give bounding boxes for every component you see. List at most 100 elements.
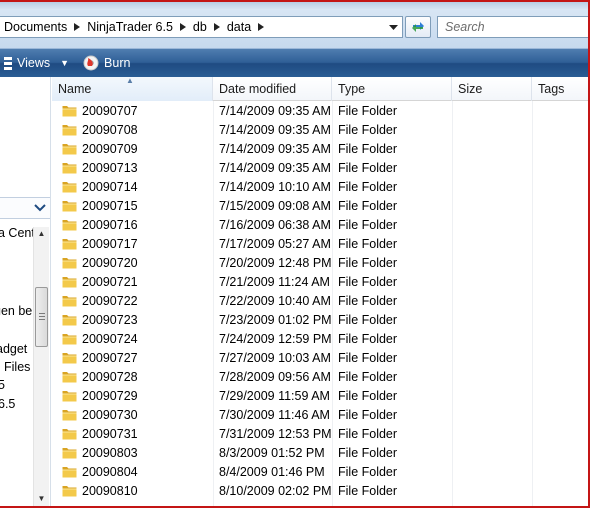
- size-cell: [452, 253, 532, 272]
- column-type-label: Type: [338, 82, 366, 96]
- file-row[interactable]: 20090728 7/28/2009 09:56 AM File Folder: [52, 367, 588, 386]
- breadcrumb-arrow-icon[interactable]: [71, 17, 83, 37]
- date-modified-cell: 8/10/2009 02:02 PM: [219, 483, 332, 498]
- file-name: 20090714: [82, 179, 138, 194]
- file-row[interactable]: 20090722 7/22/2009 10:40 AM File Folder: [52, 291, 588, 310]
- file-row[interactable]: 20090731 7/31/2009 12:53 PM File Folder: [52, 424, 588, 443]
- nav-item-partial[interactable]: 6.5: [0, 397, 15, 411]
- folder-icon: [62, 408, 77, 421]
- file-name-cell[interactable]: 20090731: [52, 424, 213, 443]
- file-row[interactable]: 20090729 7/29/2009 11:59 AM File Folder: [52, 386, 588, 405]
- file-name: 20090716: [82, 217, 138, 232]
- breadcrumb-db[interactable]: db: [189, 17, 211, 37]
- file-row[interactable]: 20090709 7/14/2009 09:35 AM File Folder: [52, 139, 588, 158]
- column-header-tags[interactable]: Tags: [532, 77, 588, 101]
- file-name-cell[interactable]: 20090715: [52, 196, 213, 215]
- scroll-down-icon[interactable]: ▼: [37, 494, 46, 503]
- file-name-cell[interactable]: 20090723: [52, 310, 213, 329]
- type-cell: File Folder: [338, 445, 398, 460]
- breadcrumb-data[interactable]: data: [223, 17, 255, 37]
- refresh-button[interactable]: [405, 16, 431, 38]
- file-name-cell[interactable]: 20090708: [52, 120, 213, 139]
- file-name-cell[interactable]: 20090714: [52, 177, 213, 196]
- nav-item-partial[interactable]: Files: [4, 360, 30, 374]
- file-row[interactable]: 20090810 8/10/2009 02:02 PM File Folder: [52, 481, 588, 500]
- size-cell: [452, 481, 532, 500]
- column-header-type[interactable]: Type: [332, 77, 452, 101]
- breadcrumb-documents[interactable]: Documents: [0, 17, 71, 37]
- breadcrumb-arrow-icon[interactable]: [177, 17, 189, 37]
- file-name: 20090708: [82, 122, 138, 137]
- file-row[interactable]: 20090730 7/30/2009 11:46 AM File Folder: [52, 405, 588, 424]
- file-name-cell[interactable]: 20090729: [52, 386, 213, 405]
- nav-item-partial[interactable]: 5: [0, 378, 5, 392]
- file-name-cell[interactable]: 20090713: [52, 158, 213, 177]
- column-name-label: Name: [58, 82, 92, 96]
- column-header-date[interactable]: Date modified: [213, 77, 332, 101]
- file-row[interactable]: 20090715 7/15/2009 09:08 AM File Folder: [52, 196, 588, 215]
- file-name-cell[interactable]: 20090810: [52, 481, 213, 500]
- file-name-cell[interactable]: 20090728: [52, 367, 213, 386]
- file-name-cell[interactable]: 20090727: [52, 348, 213, 367]
- nav-item-partial[interactable]: a Cent: [0, 226, 35, 240]
- file-name-cell[interactable]: 20090730: [52, 405, 213, 424]
- file-row[interactable]: 20090721 7/21/2009 11:24 AM File Folder: [52, 272, 588, 291]
- address-bar-area: Documents NinjaTrader 6.5 db data: [0, 2, 588, 48]
- size-cell: [452, 158, 532, 177]
- address-dropdown-icon[interactable]: [386, 19, 400, 35]
- folders-expander[interactable]: [0, 197, 50, 219]
- views-dropdown-icon[interactable]: ▼: [60, 58, 69, 68]
- file-name-cell[interactable]: 20090709: [52, 139, 213, 158]
- file-row[interactable]: 20090707 7/14/2009 09:35 AM File Folder: [52, 101, 588, 120]
- file-row[interactable]: 20090723 7/23/2009 01:02 PM File Folder: [52, 310, 588, 329]
- file-name-cell[interactable]: 20090717: [52, 234, 213, 253]
- file-name-cell[interactable]: 20090716: [52, 215, 213, 234]
- tags-cell: [532, 120, 588, 139]
- file-row[interactable]: 20090713 7/14/2009 09:35 AM File Folder: [52, 158, 588, 177]
- folder-icon: [62, 199, 77, 212]
- file-row[interactable]: 20090717 7/17/2009 05:27 AM File Folder: [52, 234, 588, 253]
- file-name-cell[interactable]: 20090721: [52, 272, 213, 291]
- nav-scrollbar[interactable]: ▲ ▼: [33, 227, 49, 506]
- file-name-cell[interactable]: 20090803: [52, 443, 213, 462]
- scrollbar-thumb[interactable]: [35, 287, 48, 347]
- scroll-up-icon[interactable]: ▲: [37, 229, 46, 238]
- size-cell: [452, 291, 532, 310]
- file-row[interactable]: 20090724 7/24/2009 12:59 PM File Folder: [52, 329, 588, 348]
- size-cell: [452, 196, 532, 215]
- folder-icon: [62, 313, 77, 326]
- nav-item-partial[interactable]: adget: [0, 342, 27, 356]
- breadcrumb-arrow-icon[interactable]: [255, 17, 267, 37]
- nav-item-partial[interactable]: gen be: [0, 304, 32, 318]
- file-name-cell[interactable]: 20090724: [52, 329, 213, 348]
- date-modified-cell: 7/29/2009 11:59 AM: [219, 388, 330, 403]
- tags-cell: [532, 158, 588, 177]
- file-name-cell[interactable]: 20090722: [52, 291, 213, 310]
- breadcrumb-arrow-icon[interactable]: [211, 17, 223, 37]
- title-strip: [0, 2, 588, 9]
- burn-button[interactable]: Burn: [79, 52, 134, 74]
- file-row[interactable]: 20090720 7/20/2009 12:48 PM File Folder: [52, 253, 588, 272]
- views-button[interactable]: Views ▼: [0, 52, 73, 74]
- file-row[interactable]: 20090714 7/14/2009 10:10 AM File Folder: [52, 177, 588, 196]
- folder-icon: [62, 218, 77, 231]
- search-box[interactable]: [437, 16, 588, 38]
- breadcrumb-ninjatrader[interactable]: NinjaTrader 6.5: [83, 17, 177, 37]
- file-row[interactable]: 20090727 7/27/2009 10:03 AM File Folder: [52, 348, 588, 367]
- file-row[interactable]: 20090716 7/16/2009 06:38 AM File Folder: [52, 215, 588, 234]
- file-name-cell[interactable]: 20090720: [52, 253, 213, 272]
- file-name-cell[interactable]: 20090804: [52, 462, 213, 481]
- column-header-size[interactable]: Size: [452, 77, 532, 101]
- file-name-cell[interactable]: 20090707: [52, 101, 213, 120]
- file-row[interactable]: 20090803 8/3/2009 01:52 PM File Folder: [52, 443, 588, 462]
- column-header-name[interactable]: ▲ Name: [52, 77, 213, 101]
- navigation-pane: a Cent gen be adget Files 5 6.5 ▲ ▼: [0, 77, 51, 506]
- folder-icon: [62, 256, 77, 269]
- size-cell: [452, 386, 532, 405]
- file-row[interactable]: 20090804 8/4/2009 01:46 PM File Folder: [52, 462, 588, 481]
- burn-disc-icon: [83, 55, 99, 71]
- file-row[interactable]: 20090708 7/14/2009 09:35 AM File Folder: [52, 120, 588, 139]
- folder-icon: [62, 161, 77, 174]
- search-input[interactable]: [443, 19, 587, 35]
- address-bar[interactable]: Documents NinjaTrader 6.5 db data: [0, 16, 403, 38]
